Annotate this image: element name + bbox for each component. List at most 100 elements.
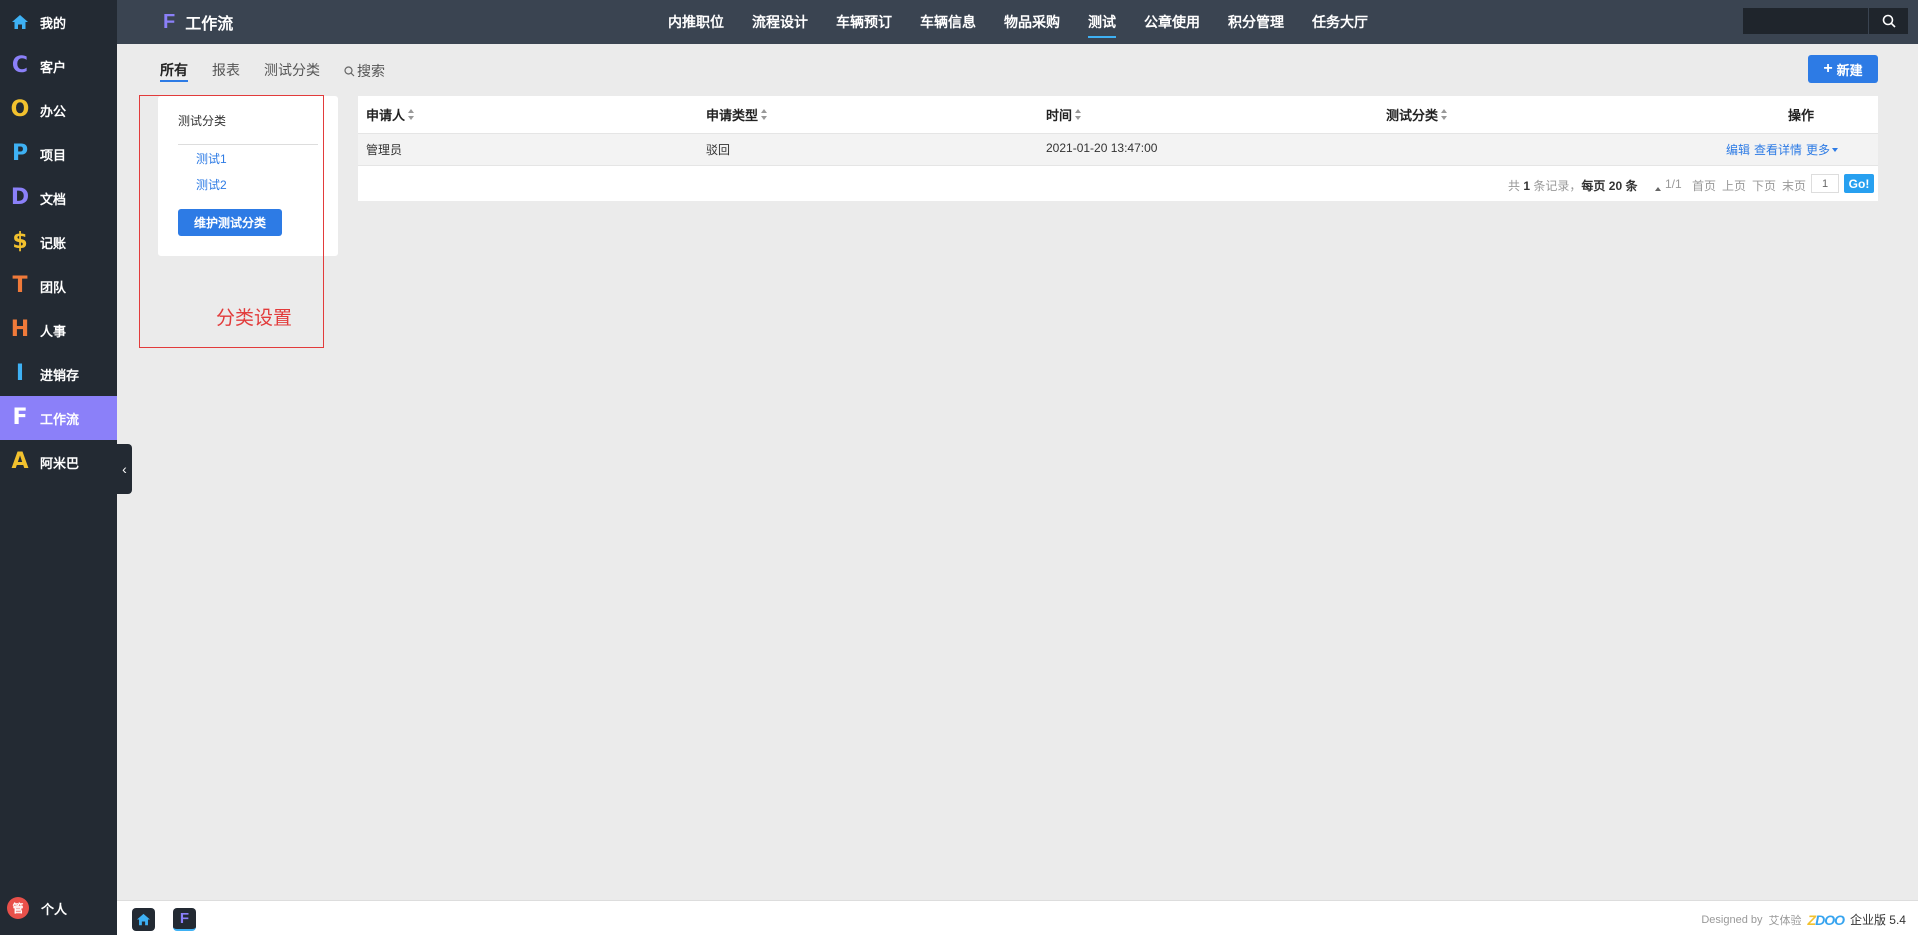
cell-time: 2021-01-20 13:47:00 xyxy=(1046,141,1158,155)
sidebar-item-label: 工作流 xyxy=(40,411,80,427)
avatar: 管 xyxy=(7,897,29,919)
go-button[interactable]: Go! xyxy=(1844,174,1874,193)
inventory-icon: I xyxy=(15,361,25,386)
column-header-category[interactable]: 测试分类 xyxy=(1386,105,1448,124)
pager-total: 共 1 条记录，每页 20 条 xyxy=(1508,179,1638,193)
nav-item-vehicle-info[interactable]: 车辆信息 xyxy=(920,0,976,44)
home-icon xyxy=(0,14,40,30)
sidebar-item-project[interactable]: P 项目 xyxy=(0,132,117,176)
team-icon: T xyxy=(12,273,28,298)
nav-item-points[interactable]: 积分管理 xyxy=(1228,0,1284,44)
sidebar-item-hr[interactable]: H 人事 xyxy=(0,308,117,352)
plus-icon: + xyxy=(1823,60,1833,77)
cell-type: 驳回 xyxy=(706,143,731,157)
sidebar-user[interactable]: 管 个人 xyxy=(0,886,117,930)
sidebar-item-office[interactable]: O 办公 xyxy=(0,88,117,132)
credits: Designed by 艾体验 ZDOO 企业版 5.4 xyxy=(1701,911,1906,928)
pager-first[interactable]: 首页 xyxy=(1692,177,1716,194)
row-actions: 编辑 查看详情 更多 xyxy=(1726,141,1839,158)
office-icon: O xyxy=(10,97,30,122)
pager-pages: 1/1 xyxy=(1665,177,1682,191)
sidebar-collapse-button[interactable]: ‹ xyxy=(117,444,132,494)
nav-item-purchasing[interactable]: 物品采购 xyxy=(1004,0,1060,44)
app-title: F 工作流 xyxy=(163,0,233,44)
column-header-time[interactable]: 时间 xyxy=(1046,105,1082,124)
home-icon xyxy=(137,913,150,926)
data-table: 申请人 申请类型 时间 测试分类 操作 管理员 驳回 2021-01-20 13… xyxy=(358,96,1878,201)
nav-item-test[interactable]: 测试 xyxy=(1088,0,1116,44)
page-number-input[interactable] xyxy=(1811,174,1839,193)
sidebar-item-team[interactable]: T 团队 xyxy=(0,264,117,308)
tab-search-label: 搜索 xyxy=(357,63,385,79)
pager-next[interactable]: 下页 xyxy=(1752,177,1776,194)
edition-label: 企业版 5.4 xyxy=(1849,913,1906,927)
new-button[interactable]: + 新建 xyxy=(1808,55,1878,83)
nav-item-task-hall[interactable]: 任务大厅 xyxy=(1312,0,1368,44)
sidebar: 我的 C 客户 O 办公 P 项目 D 文档 $ 记账 T 团队 H 人事 I … xyxy=(0,0,117,935)
sidebar-item-document[interactable]: D 文档 xyxy=(0,176,117,220)
pager-prev[interactable]: 上页 xyxy=(1722,177,1746,194)
app-title-text: 工作流 xyxy=(185,16,234,33)
pager: 共 1 条记录，每页 20 条 1/1 首页 上页 下页 末页 Go! xyxy=(358,166,1878,201)
sidebar-item-label: 项目 xyxy=(40,147,67,163)
sidebar-item-label: 记账 xyxy=(40,235,67,251)
sort-icon xyxy=(408,109,415,120)
sidebar-item-label: 文档 xyxy=(40,191,67,207)
sidebar-item-label: 办公 xyxy=(40,103,67,119)
nav-item-referral[interactable]: 内推职位 xyxy=(668,0,724,44)
annotation-label: 分类设置 xyxy=(216,308,293,329)
customer-icon: C xyxy=(11,53,29,78)
footer: F Designed by 艾体验 ZDOO 企业版 5.4 xyxy=(117,900,1918,935)
designed-by: Designed by xyxy=(1701,913,1763,926)
sidebar-item-inventory[interactable]: I 进销存 xyxy=(0,352,117,396)
search-button[interactable] xyxy=(1868,8,1908,34)
pager-last[interactable]: 末页 xyxy=(1782,177,1806,194)
view-details-link[interactable]: 查看详情 xyxy=(1754,141,1802,158)
sidebar-item-label: 客户 xyxy=(40,59,67,75)
edit-link[interactable]: 编辑 xyxy=(1726,141,1750,158)
new-button-label: 新建 xyxy=(1836,62,1863,78)
tab-report[interactable]: 报表 xyxy=(212,60,240,82)
sidebar-item-label: 阿米巴 xyxy=(40,455,80,471)
dock-workflow-button[interactable]: F xyxy=(173,908,196,931)
dock-home-button[interactable] xyxy=(132,908,155,931)
sort-icon xyxy=(1441,109,1448,120)
top-nav: F 工作流 内推职位 流程设计 车辆预订 车辆信息 物品采购 测试 公章使用 积… xyxy=(117,0,1918,44)
sort-icon xyxy=(1075,109,1082,120)
sidebar-item-my[interactable]: 我的 xyxy=(0,0,117,44)
workflow-icon: F xyxy=(179,910,190,927)
nav-item-vehicle-booking[interactable]: 车辆预订 xyxy=(836,0,892,44)
search-input[interactable] xyxy=(1743,8,1868,34)
search-icon xyxy=(1882,14,1896,28)
caret-down-icon xyxy=(1832,147,1839,152)
chevron-left-icon: ‹ xyxy=(122,461,127,477)
sidebar-item-label: 我的 xyxy=(40,15,67,31)
designer-link[interactable]: 艾体验 xyxy=(1769,912,1802,928)
sidebar-item-workflow[interactable]: F 工作流 xyxy=(0,396,117,440)
amoeba-icon: A xyxy=(11,449,29,474)
sidebar-item-customer[interactable]: C 客户 xyxy=(0,44,117,88)
cell-applicant: 管理员 xyxy=(366,143,403,157)
nav-item-seal-usage[interactable]: 公章使用 xyxy=(1144,0,1200,44)
more-dropdown[interactable]: 更多 xyxy=(1806,141,1839,158)
column-header-actions: 操作 xyxy=(1788,108,1815,123)
zdoo-logo[interactable]: ZDOO xyxy=(1808,912,1845,928)
sidebar-item-accounting[interactable]: $ 记账 xyxy=(0,220,117,264)
sidebar-item-label: 团队 xyxy=(40,279,67,295)
document-icon: D xyxy=(10,185,30,210)
hr-icon: H xyxy=(10,317,30,342)
dollar-icon: $ xyxy=(12,229,28,254)
column-header-applicant[interactable]: 申请人 xyxy=(366,105,415,124)
per-page-caret-icon[interactable] xyxy=(1655,180,1661,194)
sidebar-item-label: 人事 xyxy=(40,323,67,339)
sidebar-item-label: 进销存 xyxy=(40,367,80,383)
nav-item-flow-design[interactable]: 流程设计 xyxy=(752,0,808,44)
user-label: 个人 xyxy=(41,901,68,917)
search-icon xyxy=(344,65,355,76)
column-header-type[interactable]: 申请类型 xyxy=(706,105,768,124)
workflow-logo-icon: F xyxy=(163,10,176,33)
tab-search[interactable]: 搜索 xyxy=(344,60,385,82)
tab-all[interactable]: 所有 xyxy=(160,60,188,82)
sidebar-item-amoeba[interactable]: A 阿米巴 xyxy=(0,440,117,484)
tab-category[interactable]: 测试分类 xyxy=(264,60,320,82)
